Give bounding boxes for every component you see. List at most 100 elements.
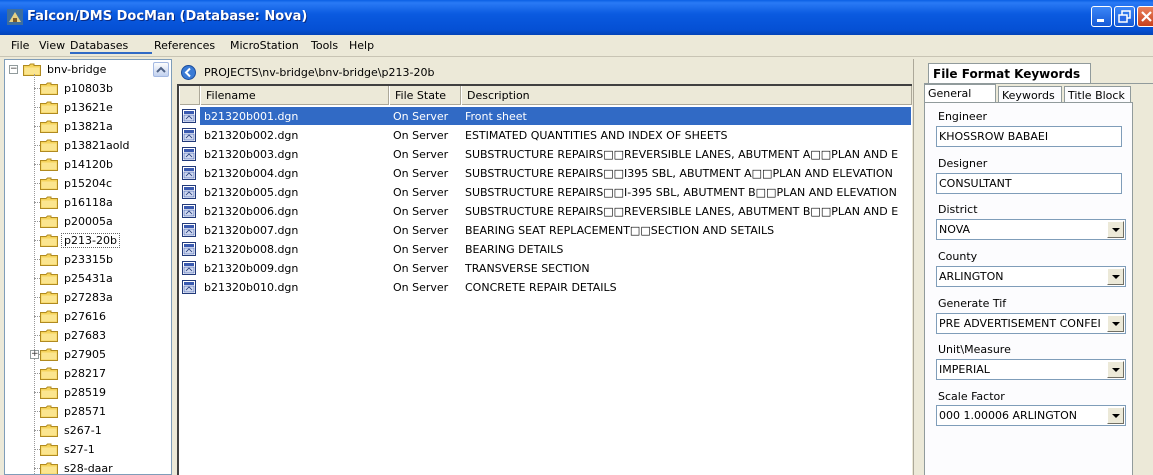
tree-item-label: s267-1 [64, 424, 102, 437]
tree-item-label: s28-daar [64, 462, 113, 475]
menu-view[interactable]: View [39, 39, 65, 52]
tab-file-format-keywords[interactable]: File Format Keywords [928, 63, 1091, 83]
menu-databases[interactable]: Databases [70, 39, 128, 52]
properties-pane: File Format Keywords General Info. Keywo… [923, 59, 1153, 475]
tree-item-s267-1[interactable]: s267-1 [40, 421, 104, 440]
file-row[interactable]: b21320b010.dgn On Server CONCRETE REPAIR D… [179, 278, 912, 297]
file-name-cell: b21320b003.dgn [204, 148, 299, 161]
generate-tif-dropdown-icon[interactable] [1107, 315, 1124, 332]
file-row[interactable]: b21320b001.dgn On Server Front sheet [179, 107, 912, 126]
scale-factor-select[interactable]: 000 1.00006 ARLINGTON [936, 405, 1126, 426]
tree-root[interactable]: − bnv-bridge [9, 60, 108, 79]
tree-item-p213-20b[interactable]: p213-20b [40, 231, 120, 250]
tree-item-p27616[interactable]: p27616 [40, 307, 108, 326]
tree-root-label: bnv-bridge [47, 63, 107, 76]
dgn-file-icon [182, 109, 196, 123]
menu-help[interactable]: Help [349, 39, 374, 52]
left-splitter[interactable] [173, 59, 176, 475]
file-row[interactable]: b21320b008.dgn On Server BEARING DETAILS [179, 240, 912, 259]
tree-item-s28-daar[interactable]: s28-daar [40, 459, 115, 475]
generate-tif-select[interactable]: PRE ADVERTISEMENT CONFEI [936, 313, 1126, 334]
col-filename-header[interactable]: Filename [200, 86, 389, 105]
dgn-file-icon [182, 242, 196, 256]
tree-item-p14120b[interactable]: p14120b [40, 155, 115, 174]
close-button[interactable] [1137, 6, 1153, 27]
dgn-file-icon [182, 128, 196, 142]
file-row[interactable]: b21320b002.dgn On Server ESTIMATED QUANTIT… [179, 126, 912, 145]
back-arrow-icon[interactable] [181, 64, 196, 80]
tree-item-p13821aold[interactable]: p13821aold [40, 136, 131, 155]
menu-file[interactable]: File [11, 39, 29, 52]
unit-measure-select[interactable]: IMPERIAL [936, 359, 1126, 380]
folder-icon [40, 253, 58, 266]
tree-item-p27283a[interactable]: p27283a [40, 288, 115, 307]
tree-item-p15204c[interactable]: p15204c [40, 174, 114, 193]
window-title: Falcon/DMS DocMan (Database: Nova) [27, 9, 308, 24]
tree-item-p20005a[interactable]: p20005a [40, 212, 115, 231]
tree-item-p28217[interactable]: p28217 [40, 364, 108, 383]
tree-item-p23315b[interactable]: p23315b [40, 250, 115, 269]
expand-icon[interactable]: + [30, 350, 39, 359]
scale-factor-dropdown-icon[interactable] [1107, 407, 1124, 424]
file-row[interactable]: b21320b003.dgn On Server SUBSTRUCTURE REPA… [179, 145, 912, 164]
county-dropdown-icon[interactable] [1107, 268, 1124, 285]
tab-general-info[interactable]: General Info. [924, 84, 996, 113]
district-select[interactable]: NOVA [936, 219, 1126, 240]
file-row[interactable]: b21320b005.dgn On Server SUBSTRUCTURE REPA… [179, 183, 912, 202]
folder-icon [40, 348, 58, 361]
file-row[interactable]: b21320b006.dgn On Server SUBSTRUCTURE REPA… [179, 202, 912, 221]
file-row[interactable]: b21320b004.dgn On Server SUBSTRUCTURE REPA… [179, 164, 912, 183]
county-select[interactable]: ARLINGTON [936, 266, 1126, 287]
district-dropdown-icon[interactable] [1107, 221, 1124, 238]
tree-item-p28519[interactable]: p28519 [40, 383, 108, 402]
tab-keywords[interactable]: Keywords [998, 86, 1062, 103]
col-state-header[interactable]: File State [389, 86, 461, 105]
tree-item-p13621e[interactable]: p13621e [40, 98, 115, 117]
scale-factor-value: 000 1.00006 ARLINGTON [939, 409, 1077, 422]
tree-item-p27683[interactable]: p27683 [40, 326, 108, 345]
file-row[interactable]: b21320b009.dgn On Server TRANSVERSE SECTIO… [179, 259, 912, 278]
tree-item-p13821a[interactable]: p13821a [40, 117, 115, 136]
folder-icon [40, 215, 58, 228]
tree-item-label: p13821a [64, 120, 113, 133]
col-description-header[interactable]: Description [461, 86, 912, 105]
folder-tree[interactable]: − bnv-bridge p10803b p13621e p13821a p13821ao… [4, 59, 172, 475]
file-name-cell: b21320b007.dgn [204, 224, 299, 237]
tree-item-p25431a[interactable]: p25431a [40, 269, 115, 288]
menu-tools[interactable]: Tools [311, 39, 338, 52]
tree-item-p28571[interactable]: p28571 [40, 402, 108, 421]
file-description-cell: SUBSTRUCTURE REPAIRS□□REVERSIBLE LANES, … [465, 205, 899, 218]
minimize-icon [1097, 19, 1104, 22]
designer-field[interactable]: CONSULTANT [936, 173, 1122, 194]
file-state-cell: On Server [393, 148, 449, 161]
folder-icon [40, 177, 58, 190]
folder-icon [40, 291, 58, 304]
tree-item-p16118a[interactable]: p16118a [40, 193, 115, 212]
tab-title-block[interactable]: Title Block [1064, 86, 1131, 103]
file-description-cell: CONCRETE REPAIR DETAILS [465, 281, 617, 294]
restore-button[interactable] [1114, 6, 1135, 27]
unit-measure-value: IMPERIAL [939, 363, 990, 376]
tree-item-p27905[interactable]: p27905 [40, 345, 108, 364]
col-icon-header[interactable] [179, 86, 200, 105]
menu-highlight [70, 52, 152, 54]
collapse-icon[interactable]: − [9, 65, 18, 74]
tree-item-p10803b[interactable]: p10803b [40, 79, 115, 98]
file-description-cell: SUBSTRUCTURE REPAIRS□□REVERSIBLE LANES, … [465, 148, 899, 161]
file-description-cell: SUBSTRUCTURE REPAIRS□□I-395 SBL, ABUTMEN… [465, 186, 897, 199]
minimize-button[interactable] [1091, 6, 1112, 27]
unit-measure-dropdown-icon[interactable] [1107, 361, 1124, 378]
file-state-cell: On Server [393, 129, 449, 142]
file-row[interactable]: b21320b007.dgn On Server BEARING SEAT REPL… [179, 221, 912, 240]
engineer-field[interactable]: KHOSSROW BABAEI [936, 126, 1122, 147]
dgn-file-icon [182, 280, 196, 294]
folder-icon [40, 462, 58, 474]
tree-scroll-up-button[interactable] [153, 62, 169, 77]
menu-microstation[interactable]: MicroStation [230, 39, 299, 52]
right-splitter[interactable] [913, 59, 923, 475]
menu-references[interactable]: References [154, 39, 215, 52]
file-state-cell: On Server [393, 262, 449, 275]
file-list[interactable]: Filename File State Description b21320b0… [177, 84, 912, 475]
tree-item-s27-1[interactable]: s27-1 [40, 440, 97, 459]
close-icon [1141, 11, 1152, 22]
